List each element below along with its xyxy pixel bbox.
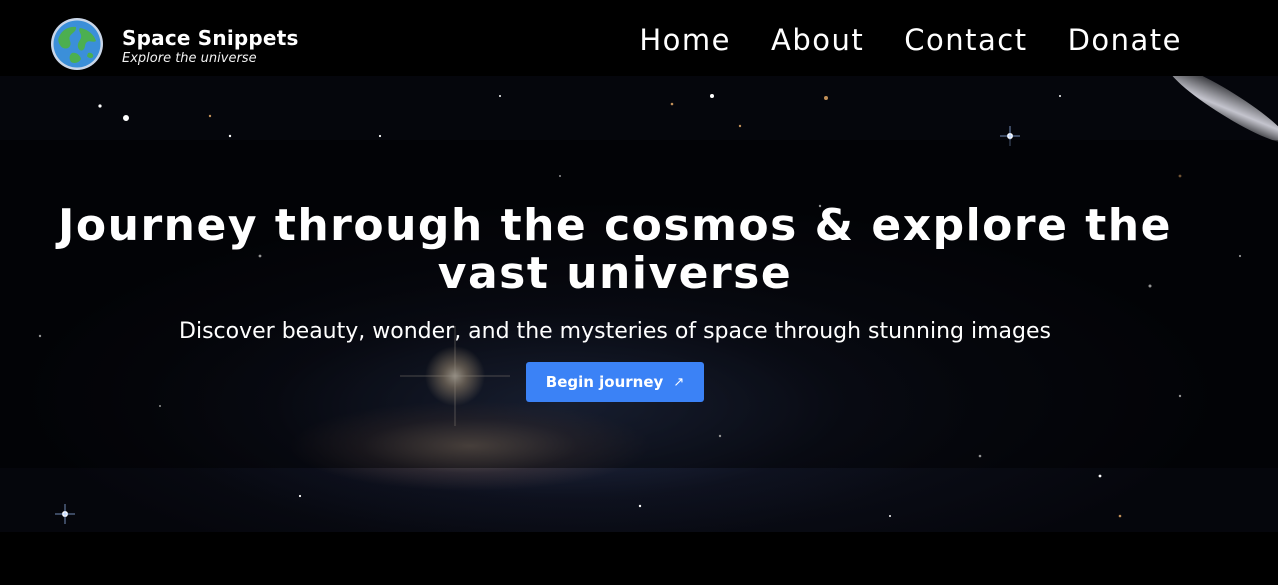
footer-band bbox=[0, 532, 1278, 585]
brand-tagline: Explore the universe bbox=[122, 50, 257, 66]
earth-globe-icon bbox=[51, 18, 103, 70]
nav-about[interactable]: About bbox=[771, 26, 864, 55]
brand-title: Space Snippets bbox=[122, 25, 299, 50]
begin-journey-label: Begin journey bbox=[545, 373, 664, 391]
nav-contact[interactable]: Contact bbox=[904, 26, 1027, 55]
hero-subheadline: Discover beauty, wonder, and the mysteri… bbox=[179, 319, 1051, 344]
hero-headline: Journey through the cosmos & explore the… bbox=[58, 200, 1172, 299]
begin-journey-button[interactable]: Begin journey ↗ bbox=[526, 362, 704, 402]
hero-section: Journey through the cosmos & explore the… bbox=[0, 76, 1278, 532]
brand-text: Space Snippets Explore the universe bbox=[122, 24, 299, 65]
site-header: Space Snippets Explore the universe Home… bbox=[0, 0, 1278, 76]
nav-home[interactable]: Home bbox=[639, 26, 731, 55]
arrow-up-right-icon: ↗ bbox=[673, 374, 685, 390]
nav-donate[interactable]: Donate bbox=[1068, 26, 1182, 55]
hero-content: Journey through the cosmos & explore the… bbox=[0, 76, 1278, 532]
brand[interactable]: Space Snippets Explore the universe bbox=[50, 17, 299, 71]
main-nav: Home About Contact Donate bbox=[639, 26, 1182, 55]
